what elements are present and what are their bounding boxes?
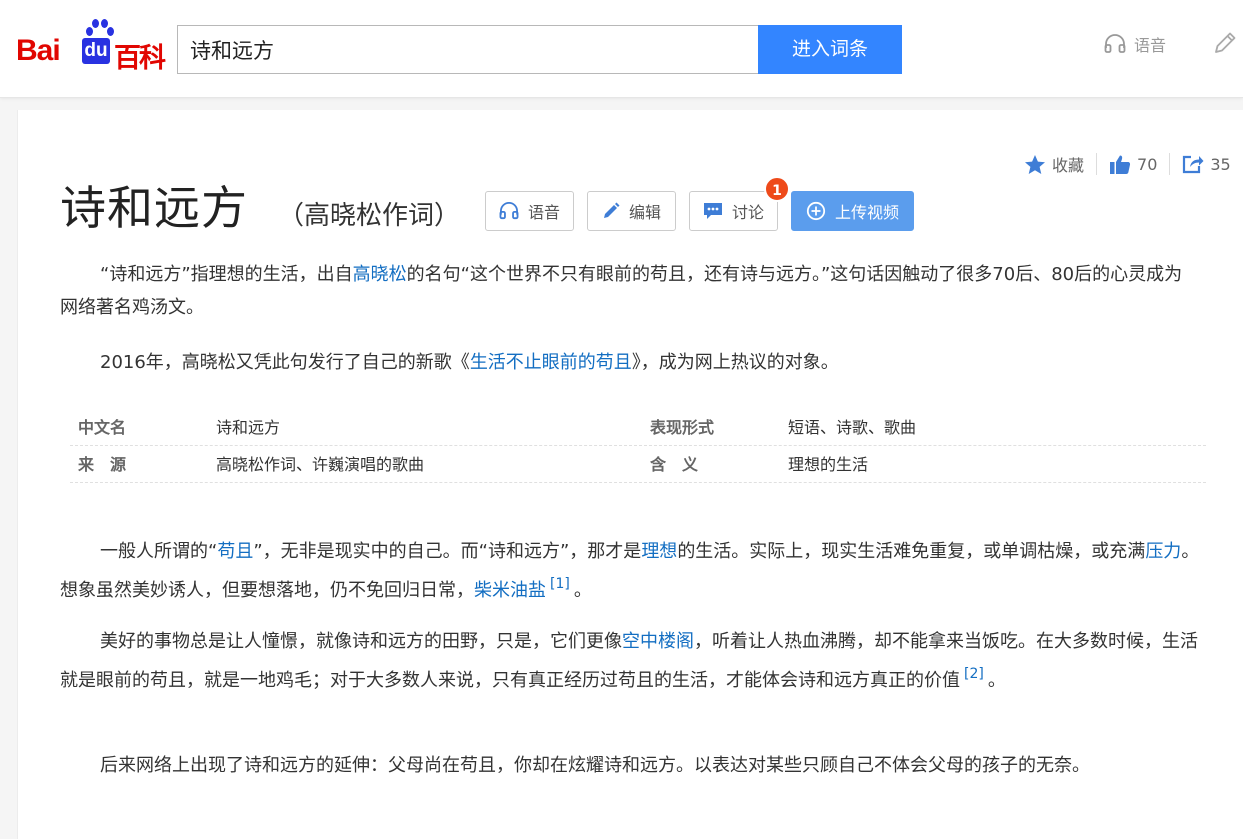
link-gouqie[interactable]: 苟且 — [217, 541, 253, 562]
link-kongzhong-louge[interactable]: 空中楼阁 — [622, 631, 694, 652]
logo-baike-text: 百科 — [114, 43, 166, 74]
headphones-icon — [499, 202, 519, 220]
entry-actions: 收藏 70 35 — [1020, 152, 1243, 176]
info-value: 诗和远方 — [216, 418, 281, 437]
info-value: 高晓松作词、许巍演唱的歌曲 — [216, 455, 425, 474]
header-voice-button[interactable]: 语音 — [1104, 32, 1166, 56]
site-header: Bai du 百科 进入词条 语音 — [0, 0, 1243, 98]
info-key: 表现形式 — [650, 418, 715, 437]
text: 美好的事物总是让人憧憬，就像诗和远方的田野，只是，它们更像 — [100, 631, 622, 652]
enter-entry-button[interactable]: 进入词条 — [758, 25, 902, 74]
text: 2016年，高晓松又凭此句发行了自己的新歌《 — [100, 352, 470, 373]
link-chaimi-youyan[interactable]: 柴米油盐 — [474, 580, 546, 601]
link-gao-xiaosong[interactable]: 高晓松 — [353, 264, 407, 285]
plus-circle-icon — [806, 201, 826, 221]
text: 的生活。实际上，现实生活难免重复，或单调枯燥，或充满 — [677, 541, 1146, 562]
info-key: 中文名 — [78, 418, 127, 437]
chat-icon — [703, 203, 722, 219]
search-input[interactable] — [177, 25, 759, 74]
discuss-label: 讨论 — [731, 203, 764, 222]
text: 一般人所谓的“ — [100, 541, 218, 562]
logo-bai-text: Bai — [16, 34, 61, 67]
body-paragraph-1: 一般人所谓的“苟且”，无非是现实中的自己。而“诗和远方”，那才是理想的生活。实际… — [60, 535, 1200, 607]
favorite-label: 收藏 — [1052, 156, 1085, 175]
pencil-icon — [603, 202, 620, 218]
info-row: 中文名 诗和远方 表现形式 短语、诗歌、歌曲 — [70, 409, 1206, 446]
share-button[interactable]: 35 — [1170, 154, 1242, 174]
voice-label: 语音 — [527, 203, 560, 222]
reference-1[interactable]: [1] — [550, 576, 570, 592]
headphones-icon — [1104, 34, 1126, 53]
summary-paragraph-2: 2016年，高晓松又凭此句发行了自己的新歌《生活不止眼前的苟且》，成为网上热议的… — [60, 346, 1200, 379]
info-key: 含 义 — [650, 455, 699, 474]
link-yali[interactable]: 压力 — [1145, 541, 1181, 562]
like-count: 70 — [1137, 154, 1158, 174]
reference-2[interactable]: [2] — [964, 666, 984, 682]
upload-video-button[interactable]: 上传视频 — [791, 191, 914, 231]
text: ”，无非是现实中的自己。而“诗和远方”，那才是 — [253, 541, 642, 562]
favorite-button[interactable]: 收藏 — [1020, 152, 1096, 176]
entry-subtitle: （高晓松作词） — [278, 201, 461, 231]
thumbs-up-icon — [1110, 155, 1131, 174]
edit-label: 编辑 — [628, 203, 661, 222]
info-key: 来 源 — [78, 455, 127, 474]
pencil-icon[interactable] — [1212, 30, 1238, 56]
body-paragraph-2: 美好的事物总是让人憧憬，就像诗和远方的田野，只是，它们更像空中楼阁，听着让人热血… — [60, 625, 1200, 697]
edit-button[interactable]: 编辑 — [587, 191, 676, 231]
voice-button[interactable]: 语音 — [485, 191, 574, 231]
info-value: 短语、诗歌、歌曲 — [788, 418, 917, 437]
entry-title: 诗和远方 — [60, 181, 248, 235]
info-row: 来 源 高晓松作词、许巍演唱的歌曲 含 义 理想的生活 — [70, 446, 1206, 483]
link-lixiang[interactable]: 理想 — [641, 541, 677, 562]
summary-paragraph-1: “诗和远方”指理想的生活，出自高晓松的名句“这个世界不只有眼前的苟且，还有诗与远… — [60, 258, 1200, 324]
header-voice-label: 语音 — [1134, 36, 1167, 55]
star-icon — [1025, 154, 1045, 174]
link-song-title[interactable]: 生活不止眼前的苟且 — [470, 352, 632, 373]
text: 。 — [987, 670, 1006, 691]
discuss-count-badge: 1 — [764, 176, 790, 202]
paw-icon — [80, 18, 114, 40]
upload-video-label: 上传视频 — [834, 203, 899, 222]
text: 。 — [573, 580, 592, 601]
like-button[interactable]: 70 — [1097, 154, 1169, 175]
share-count: 35 — [1210, 154, 1231, 174]
body-paragraph-3: 后来网络上出现了诗和远方的延伸：父母尚在苟且，你却在炫耀诗和远方。以表达对某些只… — [100, 755, 1090, 776]
info-value: 理想的生活 — [788, 455, 869, 474]
discuss-button[interactable]: 讨论 — [689, 191, 778, 231]
text: 》，成为网上热议的对象。 — [631, 352, 839, 373]
logo-du-text: du — [82, 38, 110, 64]
baidu-baike-logo[interactable]: Bai du 百科 — [16, 18, 166, 74]
basic-info-table: 中文名 诗和远方 表现形式 短语、诗歌、歌曲 来 源 高晓松作词、许巍演唱的歌曲… — [70, 409, 1206, 483]
share-icon — [1183, 155, 1204, 174]
text: “诗和远方”指理想的生活，出自 — [100, 264, 353, 285]
